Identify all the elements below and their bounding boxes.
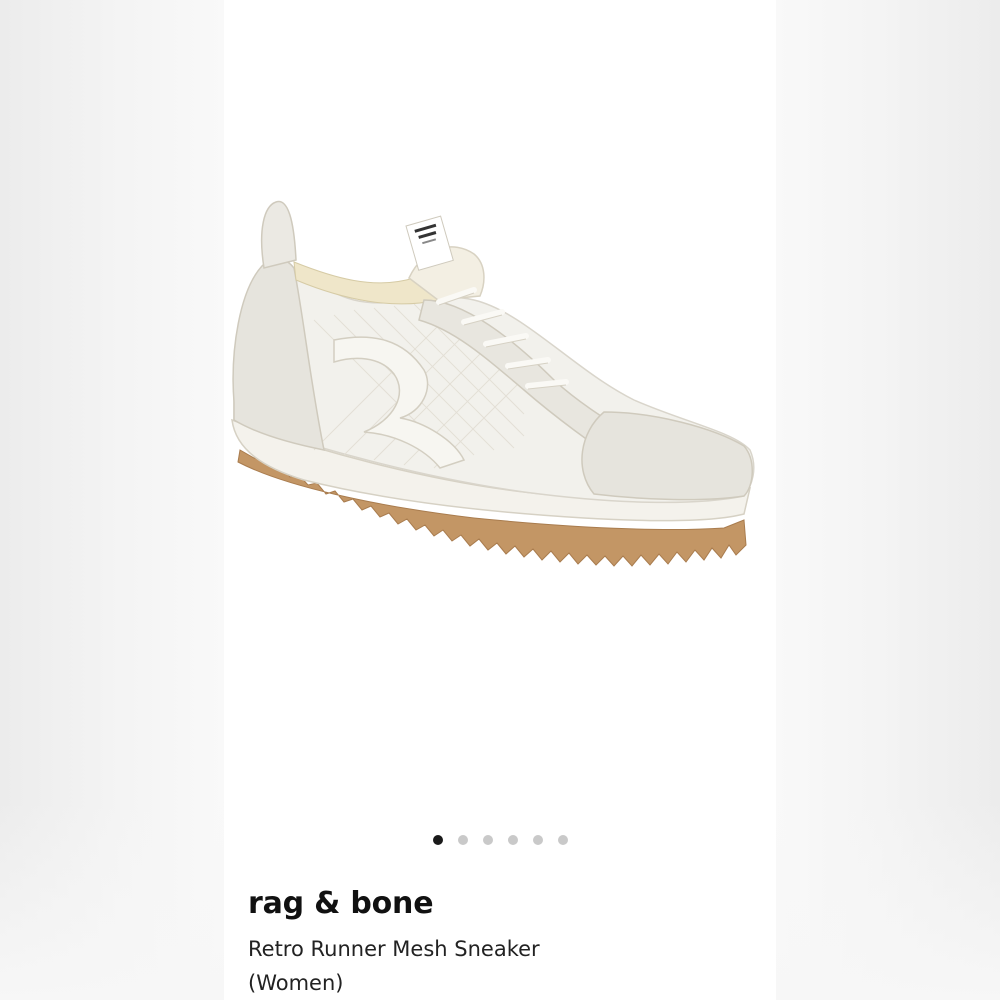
product-brand[interactable]: rag & bone <box>248 886 434 921</box>
background-blur-left <box>0 0 224 1000</box>
carousel-dot-6[interactable] <box>557 835 568 845</box>
product-name[interactable]: Retro Runner Mesh Sneaker (Women) <box>248 932 588 1000</box>
product-card[interactable]: rag & bone Retro Runner Mesh Sneaker (Wo… <box>224 0 776 1000</box>
carousel-dot-2[interactable] <box>457 835 468 845</box>
carousel-dot-1[interactable] <box>432 835 443 845</box>
carousel-dots[interactable] <box>224 835 776 845</box>
carousel-dot-4[interactable] <box>507 835 518 845</box>
white-sneaker-image[interactable] <box>224 150 776 620</box>
carousel-dot-3[interactable] <box>482 835 493 845</box>
product-image-area[interactable] <box>224 0 776 822</box>
carousel-dot-5[interactable] <box>532 835 543 845</box>
product-info: rag & bone Retro Runner Mesh Sneaker (Wo… <box>224 822 776 1000</box>
background-blur-right <box>776 0 1000 1000</box>
